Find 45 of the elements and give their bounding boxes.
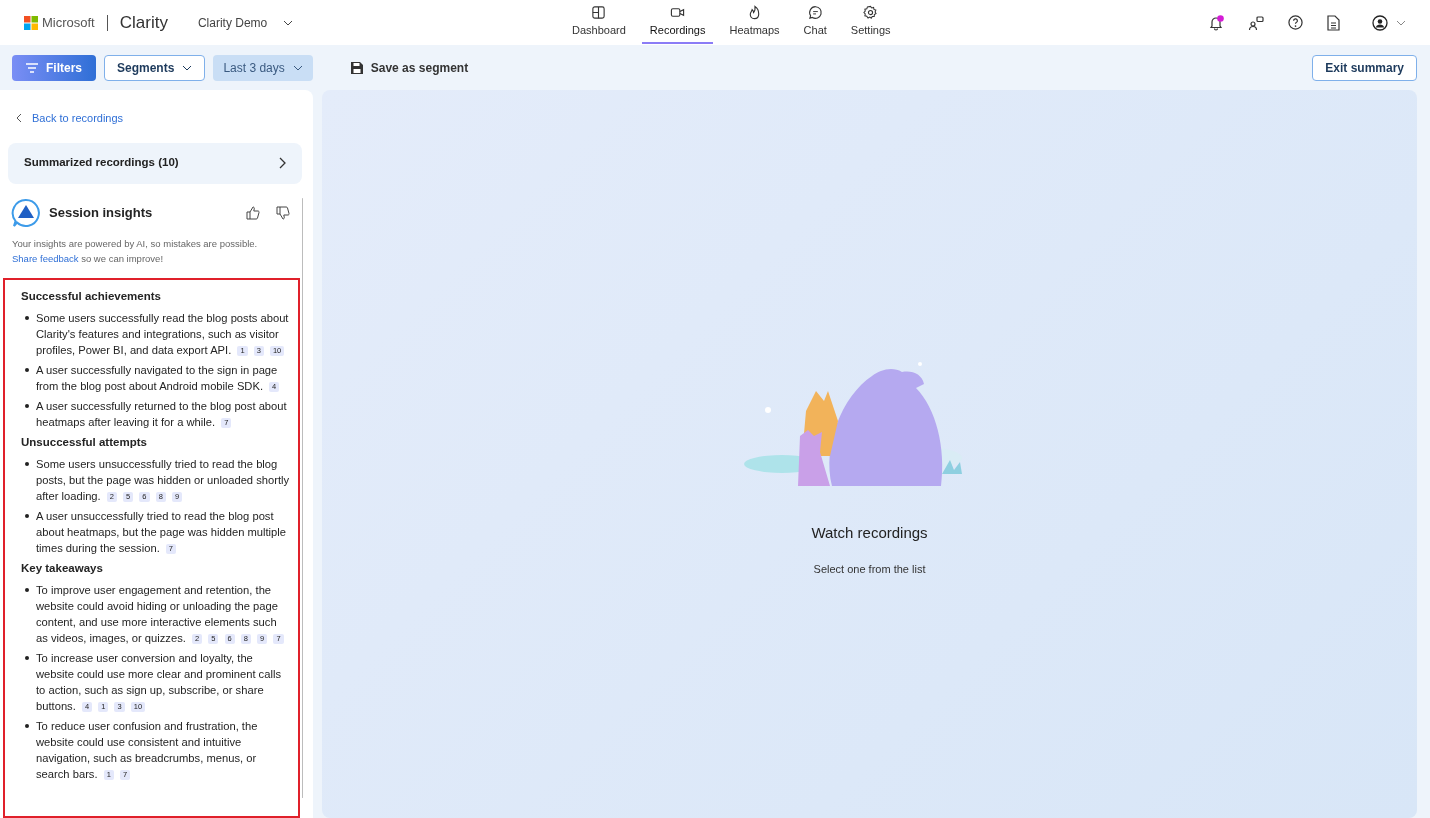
document-icon[interactable] — [1327, 14, 1340, 31]
segments-dropdown[interactable]: Segments — [104, 54, 206, 81]
section-heading: Unsuccessful attempts — [21, 434, 148, 450]
exit-summary-button[interactable]: Exit summary — [1312, 54, 1417, 81]
insights-title: Session insights — [49, 203, 153, 222]
chevron-down-icon — [283, 19, 294, 26]
back-link[interactable]: Back to recordings — [32, 110, 124, 127]
chevron-left-icon[interactable] — [16, 113, 22, 124]
empty-state-subtitle: Select one from the list — [813, 561, 926, 577]
ai-disclaimer: Your insights are powered by AI, so mistakes are possible. — [12, 237, 258, 249]
chevron-down-icon[interactable] — [1396, 19, 1406, 26]
filters-button[interactable]: Filters — [12, 54, 96, 81]
summarized-recordings-button[interactable]: Summarized recordings (10) — [8, 142, 302, 184]
thumbs-up-icon[interactable] — [245, 205, 260, 220]
share-feedback-link[interactable]: Share feedback — [12, 252, 79, 264]
brand-name: Microsoft — [42, 13, 95, 32]
account-icon[interactable] — [1372, 14, 1388, 31]
save-segment-button[interactable]: Save as segment — [344, 57, 475, 78]
project-dropdown[interactable]: Clarity Demo — [191, 12, 300, 33]
scrollbar[interactable] — [301, 197, 303, 798]
empty-state-title: Watch recordings — [811, 523, 928, 543]
insights-logo-icon — [11, 197, 41, 228]
grid-icon — [591, 5, 607, 21]
nav-tab[interactable]: Recordings — [641, 1, 714, 44]
microsoft-logo-icon — [24, 15, 38, 30]
settings-icon — [863, 5, 879, 21]
chevron-right-icon — [279, 157, 286, 169]
section-heading: Key takeaways — [21, 560, 104, 576]
nav-tab[interactable]: Heatmaps — [721, 1, 788, 44]
nav-tab[interactable]: Chat — [795, 1, 835, 44]
nav-tab[interactable]: Settings — [842, 1, 899, 44]
chat-bubble-icon — [807, 5, 823, 21]
nav-tab[interactable]: Dashboard — [564, 1, 634, 44]
people-chat-icon[interactable] — [1248, 14, 1264, 31]
date-range-dropdown[interactable]: Last 3 days — [213, 54, 313, 81]
chevron-down-icon — [292, 64, 303, 71]
chevron-down-icon — [182, 64, 193, 71]
section-heading: Successful achievements — [21, 288, 162, 304]
thumbs-down-icon[interactable] — [275, 205, 290, 220]
filter-icon — [26, 62, 38, 73]
feedback-note: Share feedback so we can improve! — [12, 252, 164, 264]
product-name: Clarity — [119, 11, 168, 34]
save-icon — [350, 61, 363, 74]
help-icon[interactable] — [1288, 15, 1303, 30]
bell-icon[interactable] — [1208, 14, 1224, 31]
